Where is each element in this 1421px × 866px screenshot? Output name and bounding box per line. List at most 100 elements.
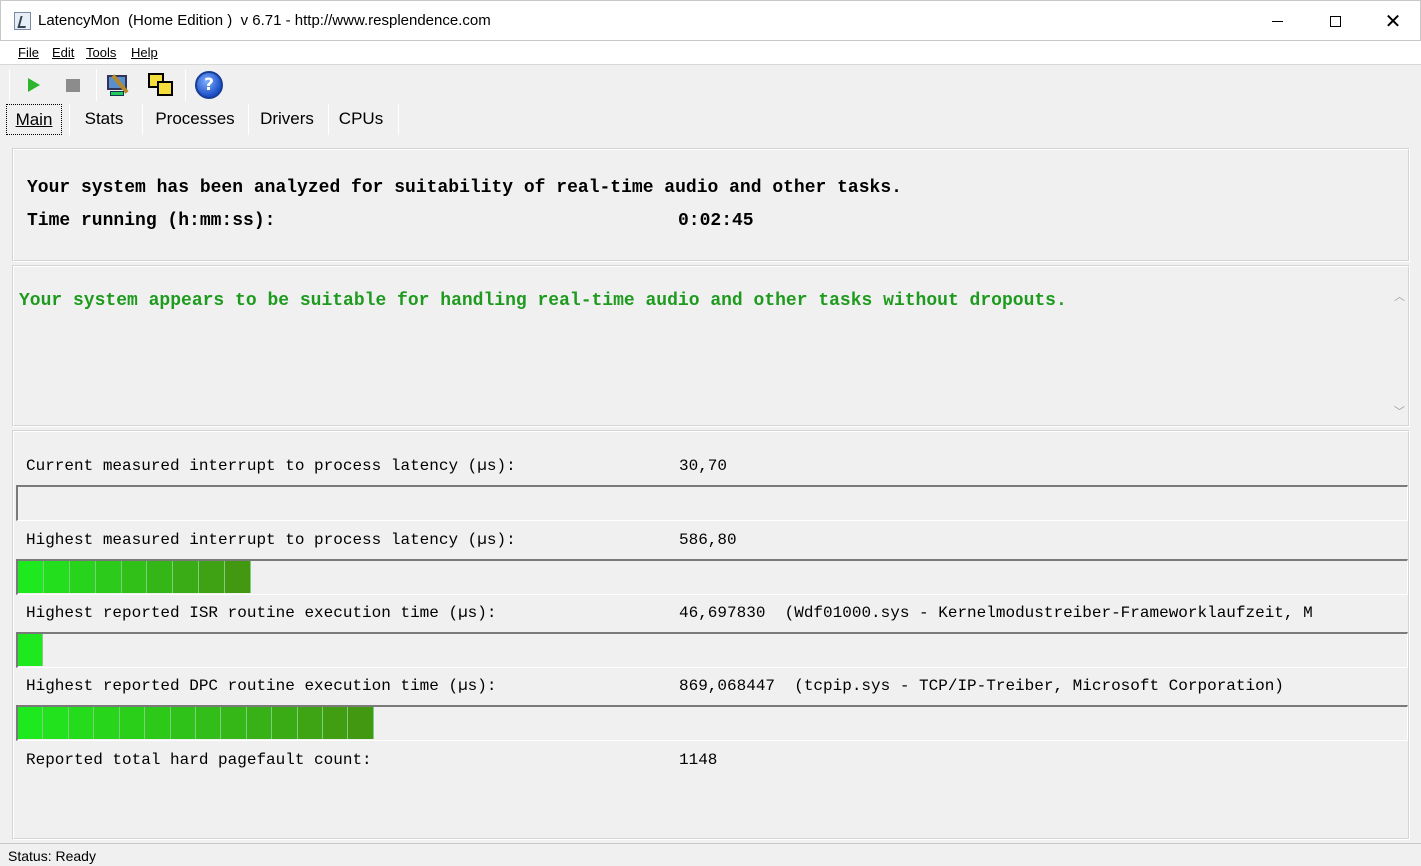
maximize-icon	[1329, 15, 1341, 27]
bar-segment	[43, 707, 69, 739]
window-title: LatencyMon (Home Edition ) v 6.71 - http…	[38, 12, 491, 29]
tab-separator	[69, 104, 70, 135]
scroll-up-icon[interactable]: ︿	[1394, 288, 1405, 304]
bar-segment	[94, 707, 120, 739]
windows-button[interactable]	[146, 69, 176, 101]
highest-isr-value: 46,697830	[679, 604, 766, 622]
menu-file-label: File	[18, 45, 39, 60]
play-icon	[28, 78, 40, 92]
highest-dpc-label: Highest reported DPC routine execution t…	[26, 677, 497, 695]
maximize-button[interactable]	[1306, 1, 1364, 41]
menu-bar: File Edit Tools Help	[0, 41, 1421, 65]
menu-help-label: Help	[131, 45, 158, 60]
tab-drivers-label: Drivers	[260, 109, 314, 128]
tab-stats-label: Stats	[84, 109, 124, 128]
title-bar: LatencyMon (Home Edition ) v 6.71 - http…	[0, 0, 1421, 41]
help-icon: ?	[195, 71, 223, 99]
verdict-text: Your system appears to be suitable for h…	[19, 291, 1067, 311]
tab-main-label: Main	[15, 110, 53, 129]
verdict-scrollbar[interactable]: ︿ ﹀	[1391, 283, 1411, 424]
toolbar-separator	[185, 69, 186, 101]
highest-latency-label: Highest measured interrupt to process la…	[26, 531, 516, 549]
menu-tools-label: Tools	[86, 45, 117, 60]
bar-segment	[297, 707, 324, 739]
bar-segment	[69, 561, 96, 593]
highest-isr-detail: (Wdf01000.sys - Kernelmodustreiber-Frame…	[784, 604, 1313, 622]
highest-isr-value-row: 46,697830 (Wdf01000.sys - Kernelmodustre…	[679, 603, 1409, 623]
tab-cpus-label: CPUs	[338, 109, 384, 128]
tab-separator	[398, 104, 399, 135]
bar-segment	[145, 707, 171, 739]
tab-processes[interactable]: Processes	[148, 104, 242, 135]
toolbar: ?	[0, 65, 1421, 103]
current-latency-label: Current measured interrupt to process la…	[26, 457, 516, 475]
highest-isr-bar-fill	[18, 634, 43, 666]
analysis-summary: Your system has been analyzed for suitab…	[27, 178, 902, 198]
bar-segment	[170, 707, 196, 739]
tab-stats[interactable]: Stats	[76, 104, 132, 135]
tab-bar: Main Stats Processes Drivers CPUs	[0, 103, 1421, 137]
bar-segment	[195, 707, 222, 739]
bar-segment	[272, 707, 298, 739]
highest-isr-label: Highest reported ISR routine execution t…	[26, 604, 497, 622]
bar-segment	[95, 561, 122, 593]
stop-button[interactable]	[58, 69, 88, 101]
start-button[interactable]	[19, 69, 49, 101]
stop-icon	[66, 78, 80, 92]
bar-segment	[18, 634, 43, 666]
bar-segment	[68, 707, 95, 739]
system-monitor-button[interactable]	[104, 69, 134, 101]
highest-isr-bar	[16, 632, 1408, 668]
highest-dpc-detail: (tcpip.sys - TCP/IP-Treiber, Microsoft C…	[794, 677, 1284, 695]
time-running-value: 0:02:45	[678, 211, 754, 231]
pagefault-label: Reported total hard pagefault count:	[26, 751, 372, 769]
time-running-label: Time running (h:mm:ss):	[27, 211, 276, 231]
bar-segment	[173, 561, 200, 593]
menu-edit[interactable]: Edit	[52, 45, 74, 60]
bar-segment	[119, 707, 146, 739]
close-button[interactable]: ✕	[1364, 1, 1421, 41]
close-icon: ✕	[1384, 9, 1402, 33]
menu-file[interactable]: File	[18, 45, 39, 60]
verdict-panel: Your system appears to be suitable for h…	[12, 265, 1410, 427]
bar-segment	[121, 561, 148, 593]
highest-dpc-bar	[16, 705, 1408, 741]
highest-dpc-bar-fill	[18, 707, 374, 739]
bar-segment	[221, 707, 247, 739]
bar-segment	[225, 561, 251, 593]
bar-segment	[43, 561, 70, 593]
app-icon	[14, 12, 31, 30]
highest-latency-bar-fill	[18, 561, 251, 593]
tab-main[interactable]: Main	[6, 104, 62, 135]
highest-dpc-value: 869,068447	[679, 677, 776, 695]
scroll-down-icon[interactable]: ﹀	[1394, 403, 1405, 419]
system-monitor-icon	[106, 72, 132, 98]
bar-segment	[246, 707, 273, 739]
tab-cpus[interactable]: CPUs	[332, 104, 390, 135]
status-text: Status: Ready	[8, 848, 96, 864]
bar-segment	[18, 707, 44, 739]
tab-separator	[248, 104, 249, 135]
help-button[interactable]: ?	[194, 69, 224, 101]
current-latency-value: 30,70	[679, 457, 728, 475]
current-latency-bar	[16, 485, 1408, 521]
toolbar-separator	[96, 69, 97, 101]
tab-separator	[328, 104, 329, 135]
toolbar-separator	[9, 69, 10, 101]
menu-edit-label: Edit	[52, 45, 75, 60]
menu-tools[interactable]: Tools	[86, 45, 116, 60]
bar-segment	[323, 707, 349, 739]
highest-latency-value: 586,80	[679, 531, 737, 549]
tab-processes-label: Processes	[155, 109, 235, 128]
menu-help[interactable]: Help	[131, 45, 158, 60]
highest-dpc-value-row: 869,068447 (tcpip.sys - TCP/IP-Treiber, …	[679, 676, 1409, 696]
bar-segment	[348, 707, 374, 739]
bar-segment	[18, 561, 44, 593]
tab-drivers[interactable]: Drivers	[252, 104, 322, 135]
pagefault-value: 1148	[679, 751, 718, 769]
status-bar: Status: Ready	[0, 843, 1421, 866]
tab-separator	[142, 104, 143, 135]
highest-latency-bar	[16, 559, 1408, 595]
minimize-button[interactable]	[1248, 1, 1306, 41]
summary-panel: Your system has been analyzed for suitab…	[12, 148, 1410, 262]
